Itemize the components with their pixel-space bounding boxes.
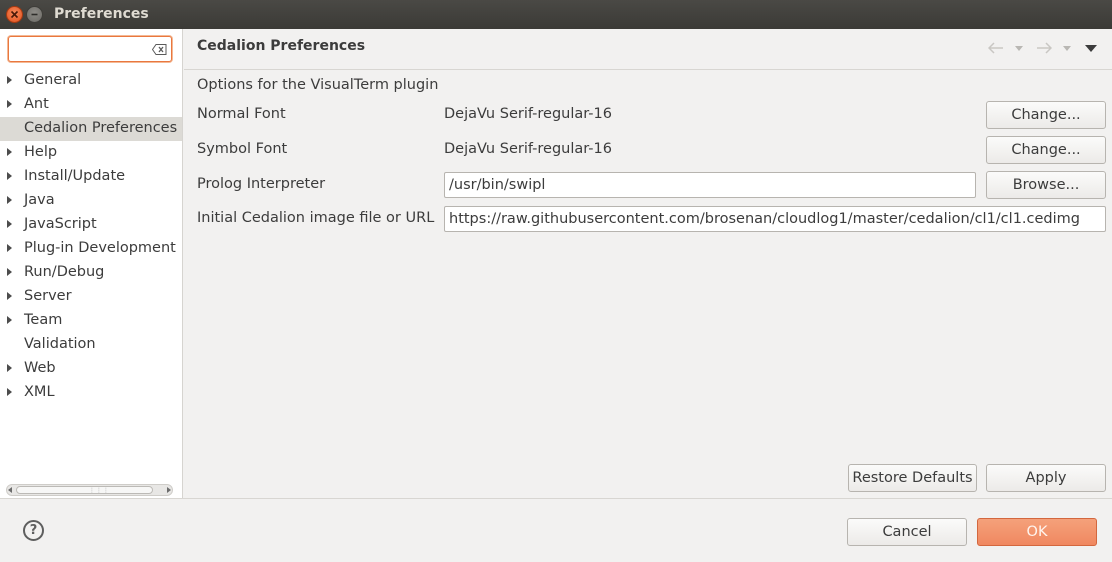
tree-item[interactable]: JavaScript <box>0 213 182 237</box>
tree-item[interactable]: Help <box>0 141 182 165</box>
tree-item[interactable]: Install/Update <box>0 165 182 189</box>
image-url-label: Initial Cedalion image file or URL <box>197 210 435 226</box>
tree-item-label: Install/Update <box>24 168 126 184</box>
expand-arrow-icon[interactable] <box>7 220 12 228</box>
expand-arrow-icon[interactable] <box>7 244 12 252</box>
dialog-button-bar: ? Cancel OK <box>0 498 1112 562</box>
scroll-right-arrow-icon[interactable] <box>167 487 171 493</box>
tree-item-label: Help <box>24 144 58 160</box>
minimize-window-button[interactable] <box>26 6 43 23</box>
symbol-font-label: Symbol Font <box>197 141 288 157</box>
view-menu-icon <box>1085 45 1097 52</box>
back-button[interactable] <box>988 42 1004 54</box>
close-icon <box>10 10 19 19</box>
tree-item[interactable]: Ant <box>0 93 182 117</box>
preferences-tree-panel: General Ant Cedalion Preferences Help Instal… <box>0 29 183 498</box>
expand-arrow-icon[interactable] <box>7 364 12 372</box>
ok-button[interactable]: OK <box>977 518 1097 546</box>
header-separator <box>184 69 1112 70</box>
tree-item-label: Cedalion Preferences <box>24 120 178 136</box>
forward-button[interactable] <box>1036 42 1052 54</box>
expand-arrow-icon[interactable] <box>7 292 12 300</box>
change-normal-font-button[interactable]: Change... <box>986 101 1106 129</box>
title-bar: Preferences <box>0 0 1112 29</box>
forward-arrow-icon <box>1037 42 1052 54</box>
prolog-interpreter-field[interactable]: /usr/bin/swipl <box>444 172 976 198</box>
expand-arrow-icon[interactable] <box>7 148 12 156</box>
chevron-down-icon <box>1063 46 1071 51</box>
chevron-down-icon <box>1015 46 1023 51</box>
preference-page: Cedalion Preferences Options for the Vis… <box>184 29 1112 498</box>
expand-arrow-icon[interactable] <box>7 76 12 84</box>
clear-filter-icon[interactable] <box>151 43 167 59</box>
tree-item-label: Plug-in Development <box>24 240 176 256</box>
tree-item-label: Web <box>24 360 56 376</box>
expand-arrow-icon[interactable] <box>7 196 12 204</box>
tree-horizontal-scrollbar[interactable]: ⋮⋮⋮ <box>6 484 173 496</box>
tree-item-label: XML <box>24 384 55 400</box>
filter-input[interactable] <box>12 39 148 59</box>
view-menu-button[interactable] <box>1085 45 1097 52</box>
browse-prolog-button[interactable]: Browse... <box>986 171 1106 199</box>
back-history-dropdown[interactable] <box>1015 46 1023 51</box>
cancel-button[interactable]: Cancel <box>847 518 967 546</box>
normal-font-value: DejaVu Serif-regular-16 <box>444 106 612 122</box>
tree-item-label: JavaScript <box>24 216 97 232</box>
filter-field[interactable] <box>8 36 172 62</box>
symbol-font-value: DejaVu Serif-regular-16 <box>444 141 612 157</box>
back-arrow-icon <box>988 42 1003 54</box>
forward-history-dropdown[interactable] <box>1063 46 1071 51</box>
expand-arrow-icon[interactable] <box>7 268 12 276</box>
image-url-field[interactable]: https://raw.githubusercontent.com/brosen… <box>444 206 1106 232</box>
close-window-button[interactable] <box>6 6 23 23</box>
page-description: Options for the VisualTerm plugin <box>197 77 439 93</box>
restore-defaults-button[interactable]: Restore Defaults <box>848 464 977 492</box>
tree-item[interactable]: General <box>0 69 182 93</box>
tree-item[interactable]: Java <box>0 189 182 213</box>
tree-item-label: Server <box>24 288 72 304</box>
expand-arrow-icon[interactable] <box>7 172 12 180</box>
scrollbar-thumb[interactable]: ⋮⋮⋮ <box>16 486 153 494</box>
grip-icon: ⋮⋮⋮ <box>89 487 110 494</box>
tree-item[interactable]: Run/Debug <box>0 261 182 285</box>
tree-item[interactable]: Plug-in Development <box>0 237 182 261</box>
window-title: Preferences <box>54 6 149 22</box>
tree-item[interactable]: Validation <box>0 333 182 357</box>
preferences-tree: General Ant Cedalion Preferences Help Instal… <box>0 69 182 405</box>
tree-item[interactable]: XML <box>0 381 182 405</box>
tree-item[interactable]: Web <box>0 357 182 381</box>
tree-item-label: General <box>24 72 82 88</box>
help-icon[interactable]: ? <box>23 520 44 541</box>
prolog-interpreter-label: Prolog Interpreter <box>197 176 326 192</box>
expand-arrow-icon[interactable] <box>7 388 12 396</box>
tree-item-label: Run/Debug <box>24 264 105 280</box>
tree-item-label: Java <box>24 192 55 208</box>
normal-font-label: Normal Font <box>197 106 286 122</box>
tree-item[interactable]: Team <box>0 309 182 333</box>
expand-arrow-icon[interactable] <box>7 316 12 324</box>
expand-arrow-icon[interactable] <box>7 100 12 108</box>
tree-item[interactable]: Cedalion Preferences <box>0 117 182 141</box>
tree-item-label: Validation <box>24 336 96 352</box>
minimize-icon <box>31 13 38 16</box>
apply-button[interactable]: Apply <box>986 464 1106 492</box>
tree-item-label: Team <box>24 312 63 328</box>
change-symbol-font-button[interactable]: Change... <box>986 136 1106 164</box>
page-title: Cedalion Preferences <box>197 38 366 54</box>
tree-item-label: Ant <box>24 96 49 112</box>
tree-item[interactable]: Server <box>0 285 182 309</box>
scroll-left-arrow-icon[interactable] <box>8 487 12 493</box>
